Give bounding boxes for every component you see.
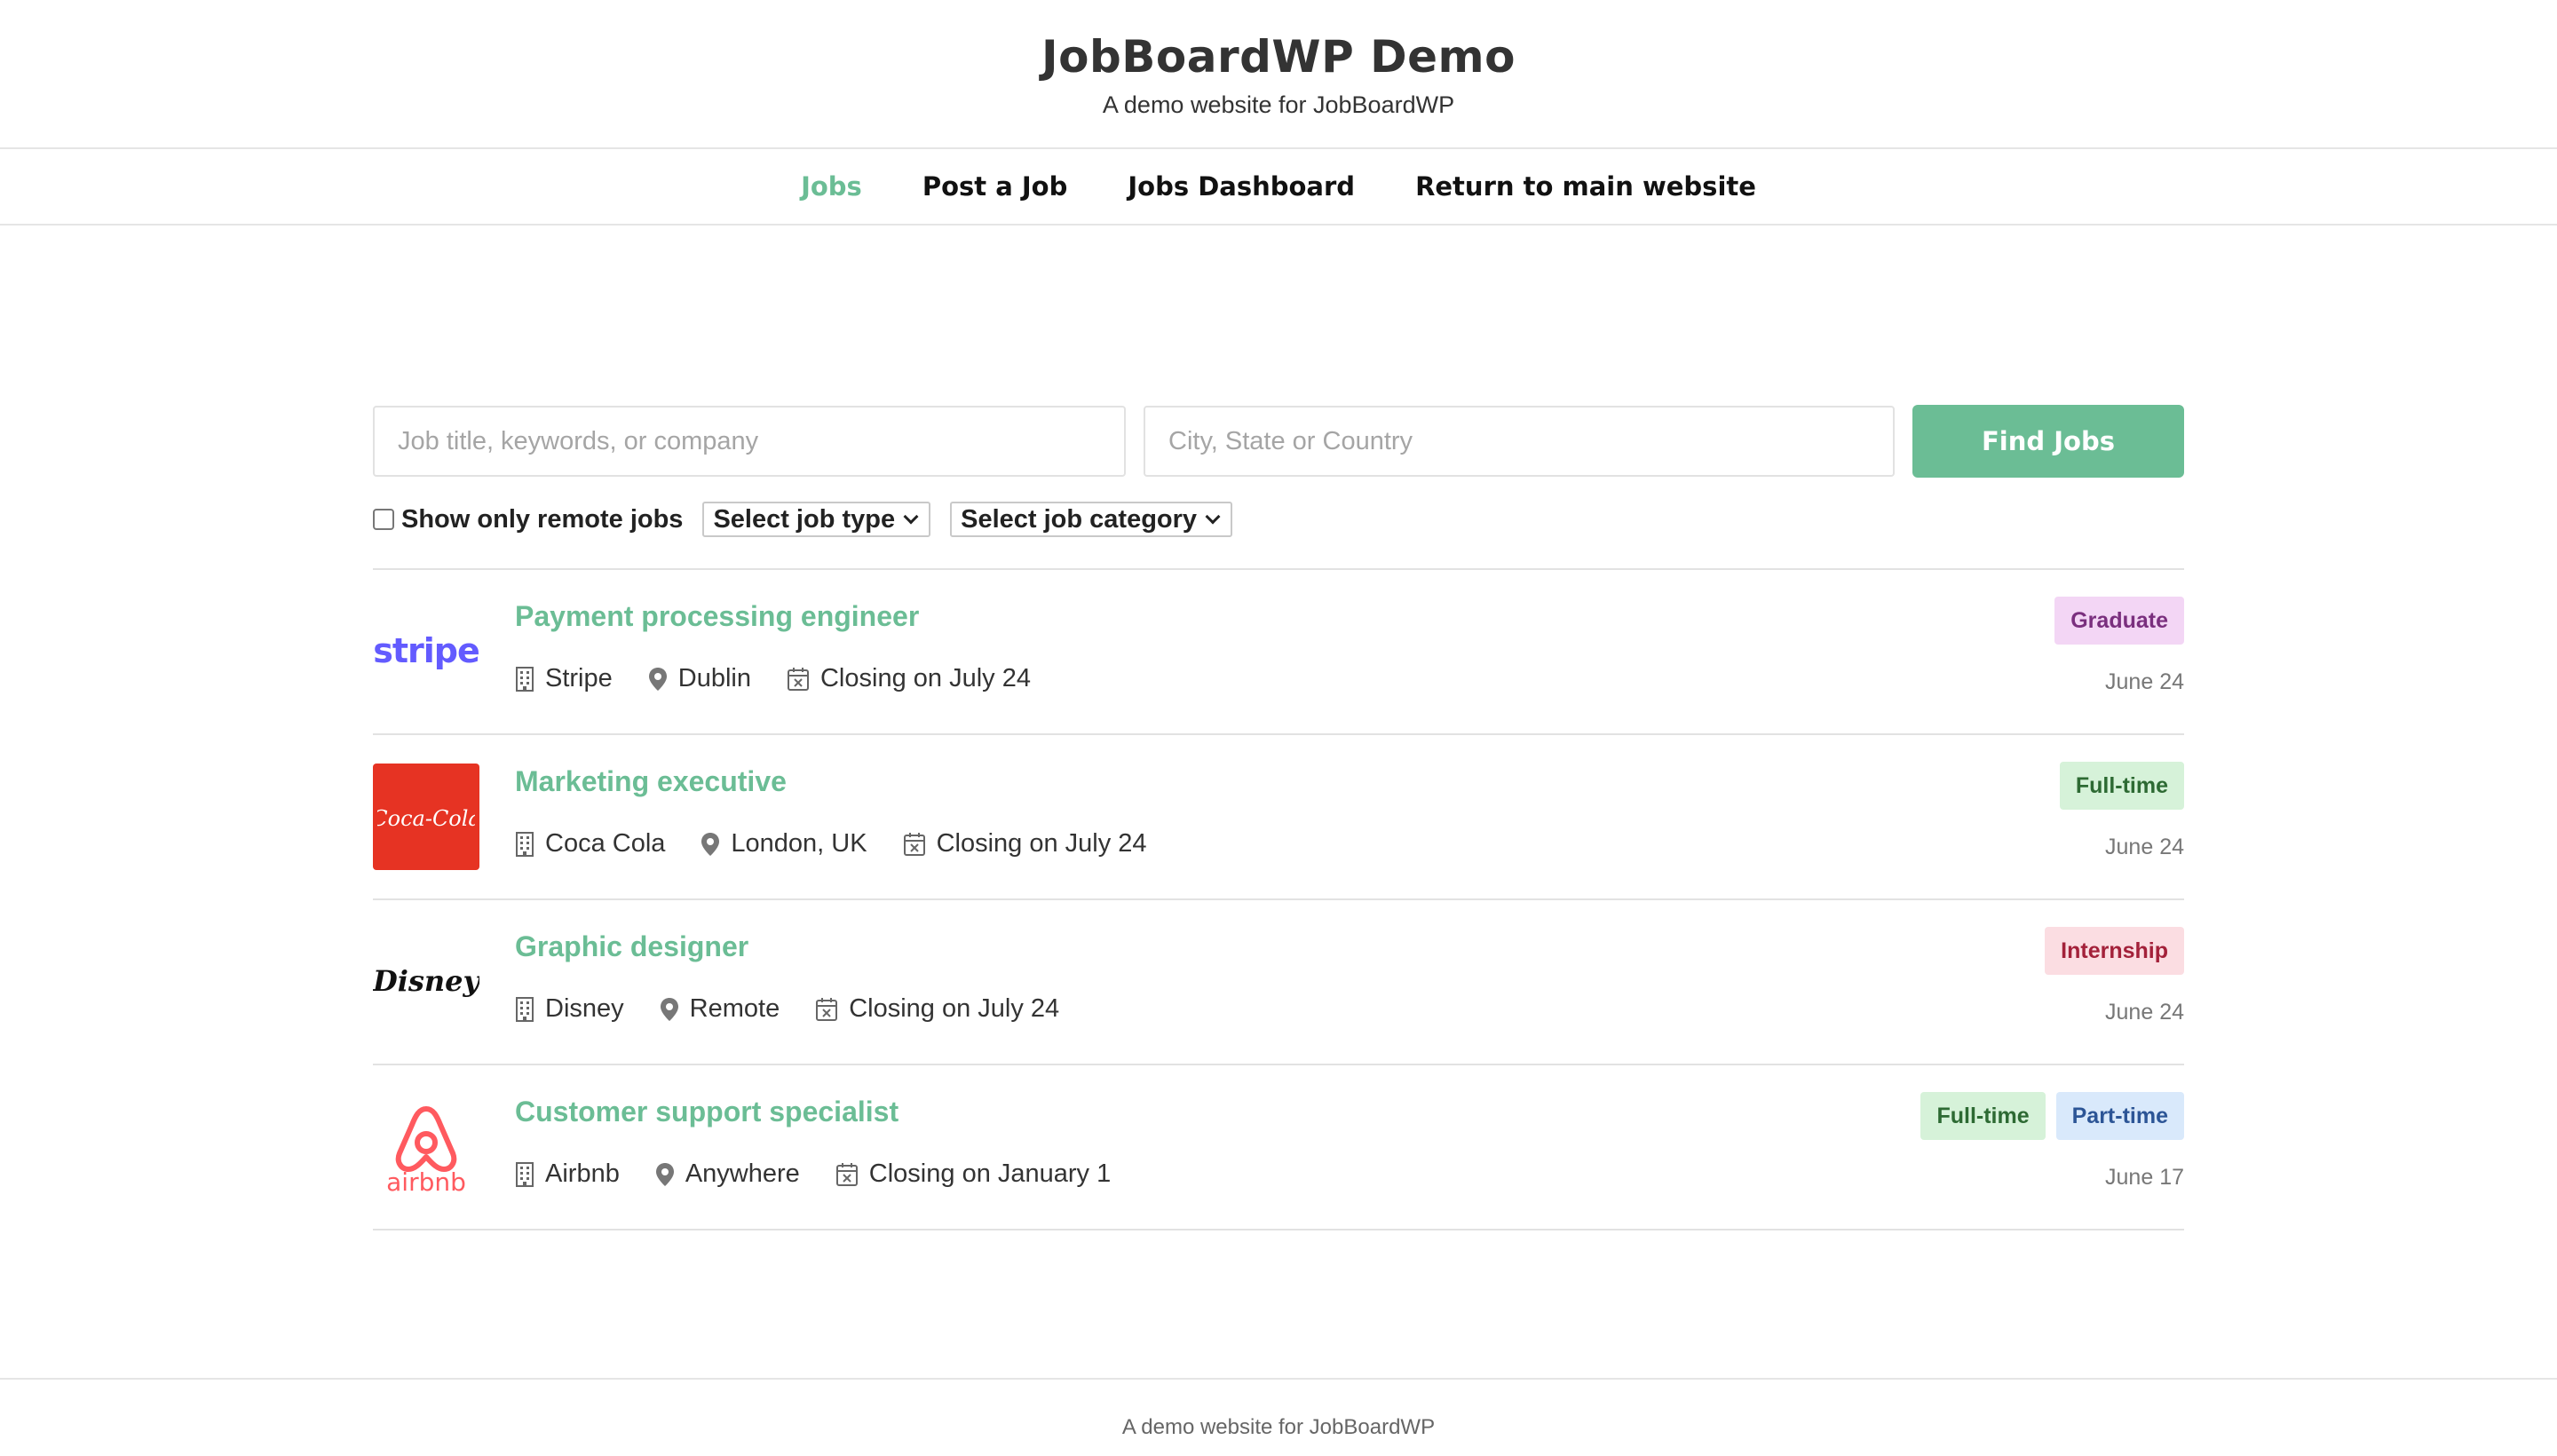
job-meta: Airbnb Anywhere Closing on January 1	[515, 1159, 1146, 1189]
disney-logo-text: Disney	[373, 964, 479, 998]
map-pin-icon	[655, 1162, 674, 1186]
site-footer: A demo website for JobBoardWP	[0, 1378, 2557, 1456]
job-tags: Internship	[2045, 927, 2184, 975]
job-type-select-value: Select job type	[713, 504, 896, 534]
job-tags: Graduate	[2054, 597, 2184, 645]
building-icon	[516, 996, 534, 1022]
airbnb-logo-text: airbnb	[386, 1167, 466, 1196]
site-title[interactable]: JobBoardWP Demo	[0, 30, 2557, 83]
job-posted-date: June 24	[2105, 835, 2184, 859]
calendar-x-icon	[835, 1162, 858, 1186]
job-type-select[interactable]: Select job type	[702, 502, 931, 537]
calendar-x-icon	[903, 832, 925, 856]
job-location-text: Remote	[689, 994, 780, 1023]
job-posted-date: June 17	[2105, 1165, 2184, 1190]
job-title-link[interactable]: Marketing executive	[515, 765, 787, 798]
job-closing-text: Closing on July 24	[819, 664, 1031, 692]
calendar-x-icon	[787, 667, 809, 691]
location-search-input[interactable]	[1144, 406, 1895, 477]
keyword-search-input[interactable]	[373, 406, 1126, 477]
job-closing: Closing on July 24	[815, 994, 1059, 1024]
site-header: JobBoardWP Demo A demo website for JobBo…	[0, 0, 2557, 149]
building-icon	[516, 1161, 534, 1187]
coca-cola-logo-text: Coca-Cola	[377, 806, 475, 831]
job-type-badge: Graduate	[2054, 597, 2184, 645]
job-company-name: Airbnb	[545, 1159, 620, 1188]
nav-item-return-to-main-website[interactable]: Return to main website	[1415, 171, 1756, 202]
job-meta: Disney Remote Closing on July 24	[515, 994, 1095, 1024]
job-type-badge: Internship	[2045, 927, 2184, 975]
job-closing: Closing on January 1	[835, 1159, 1111, 1189]
job-category-select[interactable]: Select job category	[950, 502, 1233, 537]
job-title-link[interactable]: Customer support specialist	[515, 1096, 899, 1128]
remote-checkbox-label: Show only remote jobs	[401, 504, 684, 534]
job-company-name: Stripe	[545, 664, 613, 692]
job-posted-date: June 24	[2105, 669, 2184, 694]
remote-checkbox[interactable]	[373, 509, 394, 530]
job-meta: Coca Cola London, UK Closing on July 24	[515, 829, 1183, 859]
job-type-badge: Full-time	[2059, 762, 2184, 810]
job-type-badge: Full-time	[1920, 1092, 2046, 1140]
job-title-link[interactable]: Graphic designer	[515, 930, 748, 963]
nav-item-post-a-job[interactable]: Post a Job	[922, 171, 1068, 202]
job-company: Coca Cola	[515, 829, 665, 859]
job-posted-date: June 24	[2105, 1000, 2184, 1025]
job-list-item: stripe Payment processing engineer Strip…	[373, 570, 2184, 735]
job-closing-text: Closing on July 24	[936, 829, 1147, 858]
job-location: Anywhere	[655, 1159, 800, 1189]
main-nav: Jobs Post a Job Jobs Dashboard Return to…	[0, 149, 2557, 226]
job-company: Stripe	[515, 664, 613, 693]
remote-filter[interactable]: Show only remote jobs	[373, 505, 683, 534]
job-meta: Stripe Dublin Closing on July 24	[515, 664, 1066, 693]
job-closing: Closing on July 24	[903, 829, 1147, 859]
job-location-text: Anywhere	[685, 1159, 800, 1188]
disney-logo[interactable]: Disney	[373, 929, 479, 1035]
job-company: Airbnb	[515, 1159, 620, 1189]
job-location: London, UK	[701, 829, 867, 859]
building-icon	[516, 831, 534, 857]
job-list-item: airbnb Customer support specialist Airbn…	[373, 1065, 2184, 1230]
calendar-x-icon	[816, 997, 838, 1021]
nav-item-jobs[interactable]: Jobs	[801, 171, 862, 202]
search-bar: Find Jobs	[373, 405, 2184, 478]
job-closing-text: Closing on January 1	[868, 1159, 1112, 1188]
stripe-logo[interactable]: stripe	[373, 598, 479, 705]
job-company-name: Disney	[545, 994, 624, 1023]
airbnb-logo[interactable]: airbnb	[373, 1094, 479, 1200]
find-jobs-button[interactable]: Find Jobs	[1912, 405, 2184, 478]
building-icon	[516, 666, 534, 692]
coca-cola-logo[interactable]: Coca-Cola	[373, 764, 479, 870]
job-type-badge: Part-time	[2055, 1092, 2184, 1140]
site-tagline: A demo website for JobBoardWP	[1102, 91, 1455, 118]
job-list: stripe Payment processing engineer Strip…	[373, 568, 2184, 1230]
job-title-link[interactable]: Payment processing engineer	[515, 600, 919, 633]
nav-item-jobs-dashboard[interactable]: Jobs Dashboard	[1128, 171, 1355, 202]
job-location: Remote	[660, 994, 780, 1024]
chevron-down-icon	[903, 509, 919, 525]
job-tags: Full-time	[2059, 762, 2184, 810]
map-pin-icon	[701, 832, 720, 856]
job-location: Dublin	[648, 664, 751, 693]
job-category-select-value: Select job category	[961, 504, 1198, 534]
chevron-down-icon	[1205, 509, 1221, 525]
job-list-item: Disney Graphic designer Disney Remote Cl…	[373, 900, 2184, 1065]
job-company: Disney	[515, 994, 624, 1024]
job-list-item: Coca-Cola Marketing executive Coca Cola …	[373, 735, 2184, 900]
job-location-text: Dublin	[677, 664, 751, 692]
map-pin-icon	[648, 667, 667, 691]
job-closing-text: Closing on July 24	[849, 994, 1060, 1023]
jobs-content: Find Jobs Show only remote jobs Select j…	[373, 405, 2184, 1230]
stripe-logo-text: stripe	[373, 631, 479, 670]
filter-row: Show only remote jobs Select job type Se…	[373, 501, 2184, 538]
job-tags: Full-time Part-time	[1920, 1092, 2184, 1140]
map-pin-icon	[660, 997, 678, 1021]
job-closing: Closing on July 24	[787, 664, 1031, 693]
job-location-text: London, UK	[731, 829, 867, 858]
footer-text: A demo website for JobBoardWP	[1121, 1415, 1436, 1439]
job-company-name: Coca Cola	[545, 829, 666, 858]
